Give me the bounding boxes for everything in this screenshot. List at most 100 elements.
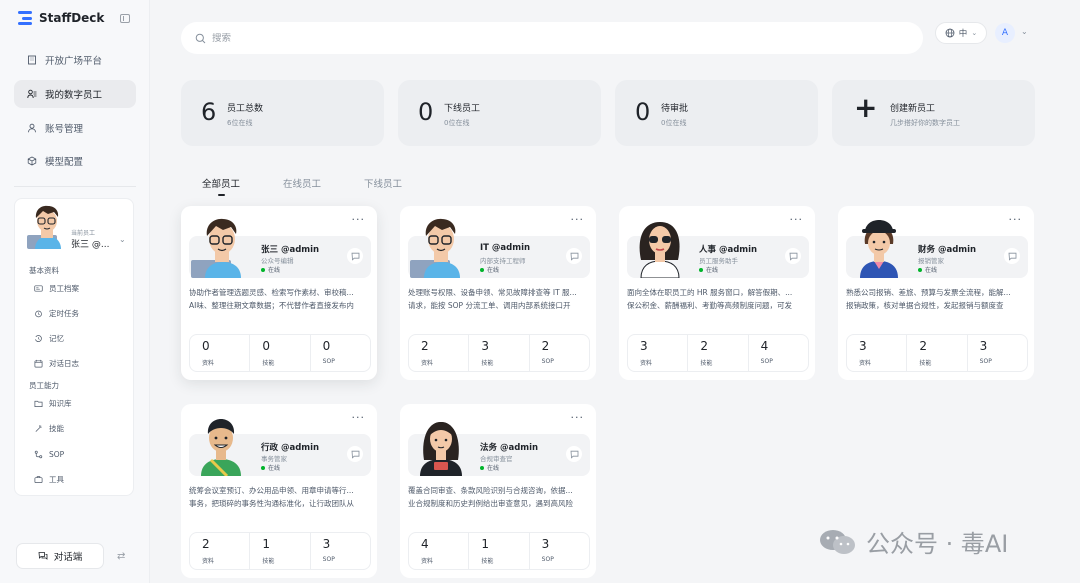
user-avatar[interactable]: A [995,23,1015,43]
status-label: 在线 [925,267,938,274]
status-badge: 在线 [261,463,280,472]
chat-icon[interactable] [785,248,801,264]
stat-value: 0 [262,339,270,353]
description-line: 保公积金、薪酬福利、考勤等高频制度问题，可发 [627,300,792,310]
current-employee-label: 当前员工 [71,230,96,237]
employee-link-label: 知识库 [49,399,72,408]
stat-sop: 3 SOP [968,335,1027,371]
chat-icon[interactable] [566,248,582,264]
description-line: 业合规制度和历史判例给出审查意见，遇到高风险 [408,498,573,508]
stat-label: 下线员工 [444,104,481,114]
stat-label: 资料 [421,558,434,565]
sidebar-item-models[interactable]: 模型配置 [14,147,136,175]
chat-icon[interactable] [347,446,363,462]
employee-card[interactable]: ··· 人事 @admin 员工服务助手 在线 面向全体在职员工的 HR 服务窗… [619,206,815,380]
employee-card[interactable]: ··· 行政 @admin 事务管家 在线 统筹会议室预订、办公用品申领、用章申… [181,404,377,578]
stat-skills: 0 技能 [250,335,311,371]
sidebar-item-label: 账号管理 [45,124,84,135]
chat-icon[interactable] [1004,248,1020,264]
employee-link-scheduled-tasks[interactable]: 定时任务 [33,308,79,319]
more-options-icon[interactable]: ··· [352,411,366,424]
staffdeck-logo-icon [18,11,32,25]
online-dot-icon [480,267,484,272]
online-dot-icon [261,267,265,272]
stat-label: 技能 [919,360,932,367]
plus-icon: + [854,91,878,124]
chat-icon[interactable] [347,248,363,264]
stat-label: 技能 [481,558,494,565]
tab-all-employees[interactable]: 全部员工 [202,176,240,190]
employee-role: 合规审查官 [480,455,513,463]
employee-card[interactable]: ··· 张三 @admin 公众号编辑 在线 协助作者管理选题灵感、检索写作素材… [181,206,377,380]
sidebar-item-accounts[interactable]: 账号管理 [14,114,136,142]
create-label: 创建新员工 [890,104,936,114]
description-line: 面向全体在职员工的 HR 服务窗口，解答假期、... [627,288,793,297]
watermark-text: 公众号 · 毒AI [866,530,1009,558]
employee-link-tools[interactable]: 工具 [33,474,64,485]
employee-link-memory[interactable]: 记忆 [33,333,64,344]
more-options-icon[interactable]: ··· [571,411,585,424]
chevron-down-icon[interactable]: ⌄ [1021,27,1028,36]
stat-docs: 3 资料 [847,335,908,371]
calendar-icon [33,359,43,369]
stat-label: SOP [322,358,335,365]
user-icon [27,123,37,133]
tab-offline-employees[interactable]: 下线员工 [364,176,402,190]
employee-link-skills[interactable]: 技能 [33,423,64,434]
more-options-icon[interactable]: ··· [790,213,804,226]
language-label: 中 [958,29,968,39]
users-icon [27,89,37,99]
sidebar-item-open-plaza[interactable]: 开放广场平台 [14,46,136,74]
tab-online-employees[interactable]: 在线员工 [283,176,321,190]
chat-client-label: 对话端 [53,552,83,563]
stat-value: 3 [481,339,489,353]
employee-card[interactable]: ··· IT @admin 内部支持工程师 在线 处理账号权限、设备申领、常见故… [400,206,596,380]
stat-total-employees: 6 员工总数 6位在线 [181,80,384,146]
description-line: 熟悉公司报销、差旅、预算与发票全流程，能解... [846,288,1011,297]
search-input[interactable] [212,32,812,44]
stat-value: 2 [919,339,927,353]
employee-link-profile[interactable]: 员工档案 [33,283,79,294]
current-employee-switcher[interactable]: 当前员工 张三 @... ⌄ [15,199,133,257]
search-bar[interactable] [181,22,923,54]
chevron-down-icon: ⌄ [971,29,978,37]
employee-link-sop[interactable]: SOP [33,449,64,459]
employee-card[interactable]: ··· 财务 @admin 报销管家 在线 熟悉公司报销、差旅、预算与发票全流程… [838,206,1034,380]
watermark: 公众号 · 毒AI [818,524,1008,559]
employee-card[interactable]: ··· 法务 @admin 合规审查官 在线 覆盖合同审查、条款风险识别与合规咨… [400,404,596,578]
stat-sop: 0 SOP [311,335,370,371]
employee-role: 事务管家 [261,455,287,463]
employee-name: 人事 @admin [699,245,758,255]
sidebar-item-label: 模型配置 [45,157,84,168]
employee-name: 行政 @admin [261,443,320,453]
employee-role: 公众号编辑 [261,257,294,265]
employee-link-label: 对话日志 [49,359,79,368]
language-switcher[interactable]: 中 ⌄ [935,22,987,44]
stat-sop: 2 SOP [530,335,589,371]
employee-link-label: 技能 [49,424,64,433]
employee-link-chat-logs[interactable]: 对话日志 [33,358,79,369]
more-options-icon[interactable]: ··· [352,213,366,226]
employee-name: 法务 @admin [480,443,539,453]
chat-icon[interactable] [566,446,582,462]
folder-icon [33,399,43,409]
employee-avatar [191,218,241,278]
stat-label: SOP [322,556,335,563]
employee-link-knowledge[interactable]: 知识库 [33,398,72,409]
more-options-icon[interactable]: ··· [571,213,585,226]
stat-value: 6 [201,98,217,126]
employee-stats: 3 资料 2 技能 4 SOP [627,334,809,372]
stat-skills: 1 技能 [469,533,530,569]
employee-role: 员工服务助手 [699,257,738,265]
sidebar-item-my-employees[interactable]: 我的数字员工 [14,80,136,108]
more-options-icon[interactable]: ··· [1009,213,1023,226]
create-employee-button[interactable]: + 创建新员工 几步搭好你的数字员工 [832,80,1035,146]
status-badge: 在线 [699,265,718,274]
employee-link-label: 定时任务 [49,309,79,318]
swap-icon[interactable]: ⇄ [117,551,125,562]
current-employee-name: 张三 @... [71,240,110,250]
brand[interactable]: StaffDeck [18,11,104,25]
chat-client-button[interactable]: 对话端 [16,543,104,569]
stat-value: 2 [541,339,550,353]
sidebar-collapse-icon[interactable] [120,14,130,23]
